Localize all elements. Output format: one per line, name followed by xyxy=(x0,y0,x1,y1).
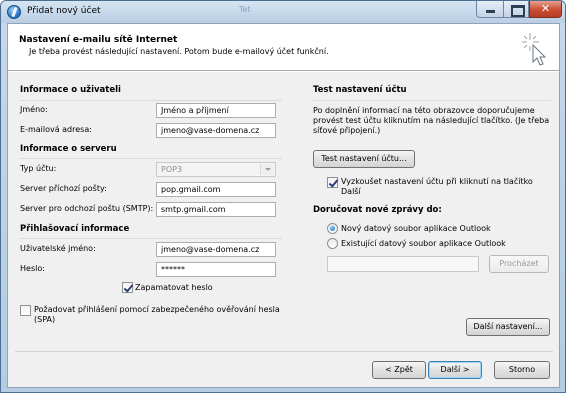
wizard-footer: < Zpět Další > Storno xyxy=(8,346,559,387)
divider xyxy=(313,100,551,101)
spa-checkbox[interactable] xyxy=(20,305,31,316)
test-description-line1: Po doplnění informací na této obrazovce … xyxy=(313,106,535,115)
test-description-line3: síťové připojení.) xyxy=(313,126,381,135)
name-input[interactable]: Jméno a příjmení xyxy=(156,103,276,118)
account-type-label: Typ účtu: xyxy=(20,164,57,173)
chevron-down-icon xyxy=(260,164,274,175)
login-info-section-title: Přihlašovací informace xyxy=(20,224,130,234)
minimize-button[interactable] xyxy=(476,1,504,18)
dialog-client-area: Nastavení e-mailu sítě Internet Je třeba… xyxy=(7,23,560,388)
maximize-button[interactable] xyxy=(504,1,529,18)
next-button[interactable]: Další > xyxy=(428,361,482,379)
test-settings-section-title: Test nastavení účtu xyxy=(313,85,407,95)
username-input[interactable]: jmeno@vase-domena.cz xyxy=(156,242,276,257)
user-info-section-title: Informace o uživateli xyxy=(20,85,121,95)
close-icon: ✕ xyxy=(540,2,551,15)
outgoing-server-input[interactable]: smtp.gmail.com xyxy=(156,202,276,217)
server-info-section-title: Informace o serveru xyxy=(20,144,117,154)
password-label: Heslo: xyxy=(20,264,45,273)
existing-data-file-label: Existující datový soubor aplikace Outloo… xyxy=(341,239,506,248)
test-account-settings-button[interactable]: Test nastavení účtu... xyxy=(313,150,415,168)
username-label: Uživatelské jméno: xyxy=(20,244,96,253)
window-title: Přidat nový účet xyxy=(27,6,101,16)
incoming-server-input[interactable]: pop.gmail.com xyxy=(156,182,276,197)
auto-test-checkbox[interactable] xyxy=(327,177,338,188)
wizard-header: Nastavení e-mailu sítě Internet Je třeba… xyxy=(8,24,559,71)
outgoing-server-label: Server pro odchozí poštu (SMTP): xyxy=(20,204,154,213)
divider xyxy=(20,100,282,101)
name-label: Jméno: xyxy=(20,105,48,114)
account-type-select: POP3 xyxy=(156,162,276,177)
more-settings-button[interactable]: Další nastavení... xyxy=(466,318,550,336)
remember-password-checkbox[interactable] xyxy=(122,282,133,293)
cancel-button[interactable]: Storno xyxy=(494,361,550,379)
divider xyxy=(15,351,553,352)
wizard-header-title: Nastavení e-mailu sítě Internet xyxy=(19,35,178,45)
auto-test-label-line2: Další xyxy=(341,187,361,196)
email-input[interactable]: jmeno@vase-domena.cz xyxy=(156,123,276,138)
data-file-path-input[interactable] xyxy=(327,256,479,272)
background-window-title: Tet xyxy=(239,5,251,14)
back-button[interactable]: < Zpět xyxy=(372,361,426,379)
browse-button[interactable]: Procházet xyxy=(489,255,549,273)
delivery-section-title: Doručovat nové zprávy do: xyxy=(313,205,442,215)
test-description-line2: provést test účtu kliknutím na následují… xyxy=(313,116,550,125)
incoming-server-label: Server příchozí pošty: xyxy=(20,184,107,193)
outlook-app-icon xyxy=(7,5,21,19)
title-bar[interactable]: Přidat nový účet Tet ✕ xyxy=(1,1,565,23)
divider xyxy=(20,238,282,239)
spa-label-line2: (SPA) xyxy=(34,315,56,324)
auto-test-label-line1: Vyzkoušet nastavení účtu při kliknutí na… xyxy=(341,177,533,186)
cursor-sparkle-icon xyxy=(522,33,547,66)
remember-password-label: Zapamatovat heslo xyxy=(135,283,213,292)
password-input[interactable]: ****** xyxy=(156,262,276,277)
dialog-window: Přidat nový účet Tet ✕ Nastavení e-mailu… xyxy=(0,0,566,393)
new-data-file-label: Nový datový soubor aplikace Outlook xyxy=(341,224,491,233)
spa-label-line1: Požadovat přihlášení pomocí zabezpečenéh… xyxy=(34,305,280,314)
close-button[interactable]: ✕ xyxy=(529,1,562,18)
email-label: E-mailová adresa: xyxy=(20,125,92,134)
new-data-file-radio[interactable] xyxy=(327,223,338,234)
account-type-value: POP3 xyxy=(161,165,183,174)
wizard-header-subtitle: Je třeba provést následující nastavení. … xyxy=(29,47,329,56)
existing-data-file-radio[interactable] xyxy=(327,238,338,249)
form-area: Informace o uživateli Jméno: Jméno a pří… xyxy=(8,72,559,346)
divider xyxy=(20,158,282,159)
